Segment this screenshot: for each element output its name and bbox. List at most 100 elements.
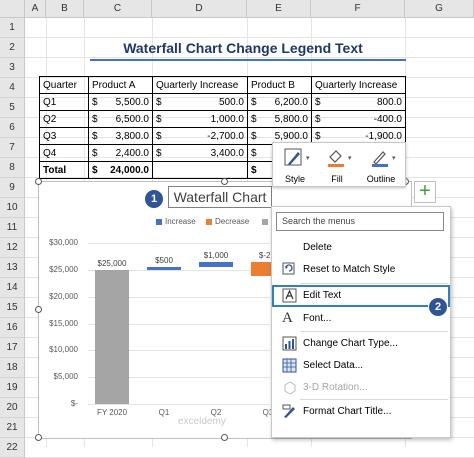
step-badge: 1 [144, 189, 164, 209]
chart-title[interactable]: Waterfall Chart [168, 186, 272, 208]
chart-bar[interactable] [199, 261, 233, 268]
column-header-g[interactable]: G [405, 0, 474, 18]
y-axis-tick-label: $20,000 [49, 291, 78, 301]
row-header[interactable]: 14 [0, 278, 25, 298]
sheet-title[interactable]: Waterfall Chart Change Legend Text [90, 40, 396, 56]
row-header[interactable]: 18 [0, 358, 25, 378]
row-header[interactable]: 8 [0, 158, 25, 178]
menu-item-format-chart-title[interactable]: Format Chart Title... [272, 401, 450, 422]
table-cell[interactable]: $2,400.0 [88, 144, 153, 162]
row-header[interactable]: 16 [0, 318, 25, 338]
table-cell[interactable]: Q3 [39, 127, 89, 145]
select-all-corner[interactable] [0, 0, 25, 18]
resize-handle[interactable] [35, 178, 42, 185]
plus-icon: + [419, 180, 431, 202]
table-header-row: Quarter Product A Quarterly Increase Pro… [39, 76, 406, 94]
table-cell[interactable]: Total [39, 161, 89, 179]
table-cell[interactable]: $5,500.0 [88, 93, 153, 111]
table-cell[interactable]: $1,000.0 [152, 110, 248, 128]
table-cell[interactable]: $3,800.0 [88, 127, 153, 145]
cell-value: 6,200.0 [274, 96, 308, 108]
table-header[interactable]: Quarterly Increase [152, 76, 248, 94]
row-header[interactable]: 17 [0, 338, 25, 358]
fill-button[interactable]: ▾ Fill [317, 146, 357, 186]
table-cell[interactable]: $6,500.0 [88, 110, 153, 128]
cell-value: 24,000.0 [110, 164, 149, 176]
menu-item-label: Reset to Match Style [303, 264, 396, 275]
legend-item-decrease[interactable]: Decrease [206, 217, 249, 226]
row-header[interactable]: 15 [0, 298, 25, 318]
row-header[interactable]: 10 [0, 198, 25, 218]
resize-handle[interactable] [35, 306, 42, 313]
currency-symbol: $ [156, 113, 162, 125]
row-header[interactable]: 21 [0, 418, 25, 438]
chart-bar[interactable] [95, 269, 129, 404]
table-header[interactable]: Quarter [39, 76, 89, 94]
row-header[interactable]: 11 [0, 218, 25, 238]
menu-item-font[interactable]: A Font... [272, 308, 450, 329]
table-cell[interactable]: $ -400.0 [311, 110, 406, 128]
data-label: $1,000 [203, 250, 229, 260]
table-header[interactable]: Quarterly Increase [311, 76, 406, 94]
table-cell[interactable]: $800.0 [311, 93, 406, 111]
currency-symbol: $ [156, 130, 162, 142]
row-header[interactable]: 3 [0, 58, 25, 78]
table-cell[interactable]: Q2 [39, 110, 89, 128]
data-label: $500 [155, 256, 173, 266]
table-cell[interactable]: $3,400.0 [152, 144, 248, 162]
row-header[interactable]: 12 [0, 238, 25, 258]
menu-item-reset-style[interactable]: Reset to Match Style [272, 259, 450, 280]
menu-item-select-data[interactable]: Select Data... [272, 355, 450, 376]
style-button[interactable]: ▾ Style [275, 146, 315, 186]
legend-swatch [156, 218, 162, 225]
column-header-f[interactable]: F [311, 0, 405, 18]
table-cell[interactable] [152, 161, 248, 179]
table-cell[interactable]: $6,200.0 [247, 93, 312, 111]
edit-text-highlight [272, 285, 450, 307]
row-header[interactable]: 22 [0, 438, 25, 458]
reset-style-icon [282, 262, 295, 275]
legend-item-increase[interactable]: Increase [156, 217, 196, 226]
row-header[interactable]: 4 [0, 78, 25, 98]
table-cell[interactable]: $5,800.0 [247, 110, 312, 128]
row-header[interactable]: 13 [0, 258, 25, 278]
row-header[interactable]: 19 [0, 378, 25, 398]
row-header[interactable]: 2 [0, 38, 25, 58]
table-cell[interactable]: $24,000.0 [88, 161, 153, 179]
row-header[interactable]: 7 [0, 138, 25, 158]
outline-button[interactable]: ▾ Outline [361, 146, 401, 186]
table-header[interactable]: Product A [88, 76, 153, 94]
currency-symbol: $ [251, 96, 257, 108]
resize-handle[interactable] [221, 434, 228, 441]
table-cell[interactable]: $ -2,700.0 [152, 127, 248, 145]
resize-handle[interactable] [35, 434, 42, 441]
column-header-b[interactable]: B [46, 0, 84, 18]
column-header-c[interactable]: C [84, 0, 152, 18]
column-header-a[interactable]: A [25, 0, 46, 18]
chart-bar[interactable] [147, 267, 181, 270]
menu-item-change-chart-type[interactable]: Change Chart Type... [272, 333, 450, 354]
resize-handle[interactable] [221, 178, 228, 185]
row-header[interactable]: 9 [0, 178, 25, 198]
legend-item-total[interactable] [262, 217, 271, 226]
legend-swatch [262, 218, 268, 225]
format-brush-icon [282, 404, 295, 418]
table-header[interactable]: Product B [247, 76, 312, 94]
column-header-e[interactable]: E [247, 0, 311, 18]
menu-item-delete[interactable]: Delete [272, 237, 450, 258]
row-header[interactable]: 1 [0, 18, 25, 38]
column-header-d[interactable]: D [152, 0, 247, 18]
brush-icon [284, 148, 302, 166]
table-cell[interactable]: Q4 [39, 144, 89, 162]
menu-search-input[interactable]: Search the menus [276, 212, 444, 231]
menu-item-label: Delete [303, 242, 332, 253]
table-cell[interactable]: $500.0 [152, 93, 248, 111]
table-cell[interactable]: Q1 [39, 93, 89, 111]
chart-elements-button[interactable]: + [414, 181, 436, 203]
chevron-down-icon: ▾ [306, 155, 310, 162]
legend-label: Increase [165, 217, 196, 226]
row-header[interactable]: 5 [0, 98, 25, 118]
legend-label: Decrease [215, 217, 250, 226]
row-header[interactable]: 20 [0, 398, 25, 418]
row-header[interactable]: 6 [0, 118, 25, 138]
